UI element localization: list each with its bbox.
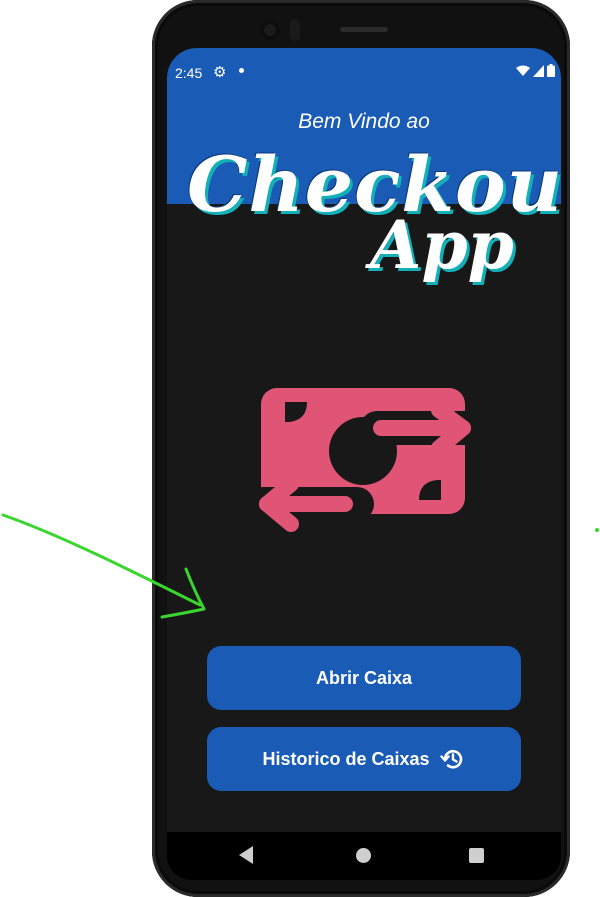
sensor-icon [290,19,300,41]
camera-icon [260,20,280,40]
status-time: 2:45 [175,65,203,81]
home-icon[interactable] [356,848,371,863]
welcome-text: Bem Vindo ao [298,110,430,133]
open-register-button[interactable]: Abrir Caixa [207,646,521,710]
status-icons [516,64,555,77]
history-icon [439,750,462,769]
app-screen: 2:45 ⚙ Bem Vindo ao Checkout App Abrir C… [167,48,561,880]
signal-icon [533,64,544,77]
battery-icon [547,64,555,77]
back-icon[interactable] [239,846,253,864]
recent-apps-icon[interactable] [469,848,484,863]
status-bar: 2:45 ⚙ [167,48,561,94]
notification-dot-icon [239,68,244,73]
speaker-grille [340,27,388,32]
system-nav-bar [167,832,561,880]
app-title-app: App [370,206,514,284]
wifi-icon [516,65,530,76]
register-history-label: Historico de Caixas [262,748,430,769]
annotation-arrow-icon [1,513,206,619]
open-register-label: Abrir Caixa [315,667,413,688]
gear-icon: ⚙ [213,64,227,81]
money-transfer-icon [249,388,479,532]
register-history-button[interactable]: Historico de Caixas [207,727,521,791]
annotation-dot [595,528,599,532]
